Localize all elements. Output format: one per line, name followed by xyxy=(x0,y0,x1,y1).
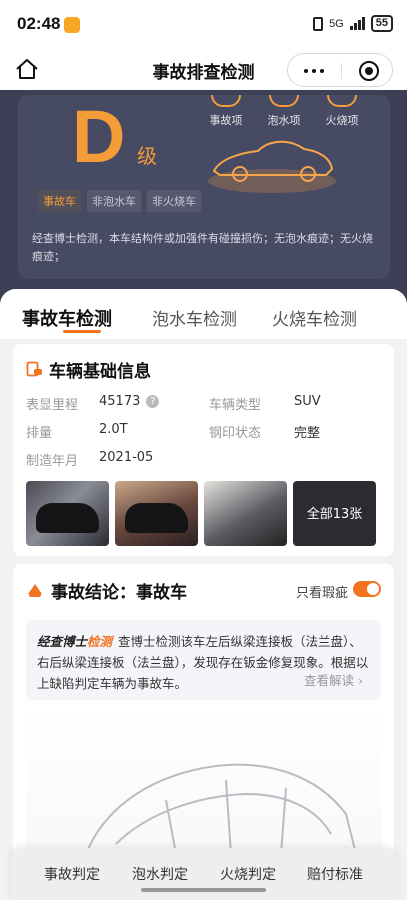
category-water: 泡水项 xyxy=(264,95,304,128)
battery-icon: 55 xyxy=(370,15,393,32)
info-key: 排量 xyxy=(26,426,53,441)
info-key: 表显里程 xyxy=(26,398,79,413)
status-bar: 02:48 5G 55 xyxy=(0,0,407,48)
info-key: 车辆类型 xyxy=(209,398,262,413)
info-value: 2021-05 xyxy=(99,450,154,465)
grade-letter: D xyxy=(72,95,126,178)
info-value: 45173? xyxy=(99,394,160,409)
conclusion-note: 经查博士检测 查博士检测该车左后纵梁连接板（法兰盘）、右后纵梁连接板（法兰盘），发… xyxy=(26,620,381,700)
status-time: 02:48 xyxy=(17,14,61,33)
info-value: SUV xyxy=(294,394,321,409)
more-icon[interactable] xyxy=(304,69,324,73)
vehicle-photos: 全部13张 xyxy=(26,481,376,546)
read-analysis-link[interactable]: 查看解读 › xyxy=(304,670,363,689)
info-key: 制造年月 xyxy=(26,454,79,469)
app-notification-icon xyxy=(64,17,80,33)
tag-accident: 事故车 xyxy=(38,190,81,212)
vehicle-photo[interactable] xyxy=(115,481,198,546)
vehicle-photo[interactable] xyxy=(204,481,287,546)
car-illustration-icon xyxy=(208,140,336,193)
vehicle-photo[interactable] xyxy=(26,481,109,546)
miniprogram-capsule xyxy=(287,53,393,87)
nav-compensation-standard[interactable]: 赔付标准 xyxy=(291,864,379,884)
nav-fire-judgement[interactable]: 火烧判定 xyxy=(204,864,292,884)
report-sheet: 事故车检测 泡水车检测 火烧车检测 车辆基础信息 表显里程 45173? 车辆类… xyxy=(0,289,407,900)
grade-description: 经查博士检测，本车结构件或加强件有碰撞损伤；无泡水痕迹；无火烧痕迹； xyxy=(32,232,373,263)
tag-non-fire: 非火烧车 xyxy=(147,190,201,212)
mileage-value: 45173 xyxy=(99,394,141,409)
all-photos-button[interactable]: 全部13张 xyxy=(293,481,376,546)
capsule-divider xyxy=(341,63,342,79)
nav-water-judgement[interactable]: 泡水判定 xyxy=(116,864,204,884)
close-miniprogram-icon[interactable] xyxy=(359,61,379,81)
info-value: 完整 xyxy=(294,426,321,441)
car-document-icon xyxy=(26,361,42,377)
brand-logo: 经查博士检测 xyxy=(37,634,113,649)
water-icon xyxy=(269,95,299,107)
defects-only-label: 只看瑕疵 xyxy=(296,586,349,601)
nav-accident-judgement[interactable]: 事故判定 xyxy=(28,864,116,884)
warning-car-icon xyxy=(28,584,42,597)
defects-only-toggle[interactable] xyxy=(353,581,381,597)
active-tab-indicator xyxy=(63,330,101,333)
conclusion-title: 事故结论：事故车 xyxy=(51,583,187,603)
inspection-categories: 事故项 泡水项 火烧项 xyxy=(206,95,362,128)
system-indicators: 5G 55 xyxy=(313,15,393,32)
signal-icon xyxy=(349,17,365,30)
vehicle-tags: 事故车 非泡水车 非火烧车 xyxy=(38,190,201,212)
info-key: 钢印状态 xyxy=(209,426,262,441)
home-indicator[interactable] xyxy=(141,888,266,892)
tag-non-water: 非泡水车 xyxy=(87,190,141,212)
inspection-tabs: 事故车检测 泡水车检测 火烧车检测 xyxy=(0,289,407,339)
accident-icon xyxy=(211,95,241,107)
conclusion-header: 事故结论：事故车 xyxy=(26,578,187,603)
category-accident: 事故项 xyxy=(206,95,246,128)
vibrate-icon xyxy=(313,16,324,31)
navigation-bar: 事故排查检测 xyxy=(0,48,407,90)
basic-info-card: 车辆基础信息 表显里程 45173? 车辆类型 SUV 排量 2.0T 钢印状态… xyxy=(13,344,394,556)
tab-water-inspection[interactable]: 泡水车检测 xyxy=(152,305,237,330)
category-fire: 火烧项 xyxy=(322,95,362,128)
grade-card: D 级 事故项 泡水项 火烧项 事故车 非泡水车 非火烧车 经查博士检测，本车结… xyxy=(18,95,390,279)
tab-accident-inspection[interactable]: 事故车检测 xyxy=(22,305,112,331)
fire-icon xyxy=(327,95,357,107)
network-type: 5G xyxy=(329,17,344,30)
all-photos-label: 全部13张 xyxy=(306,507,363,522)
info-value: 2.0T xyxy=(99,422,128,437)
help-icon[interactable]: ? xyxy=(146,395,160,408)
tab-fire-inspection[interactable]: 火烧车检测 xyxy=(272,305,357,330)
bottom-navigation: 事故判定 泡水判定 火烧判定 赔付标准 xyxy=(10,848,397,900)
grade-suffix: 级 xyxy=(137,144,157,168)
basic-info-header: 车辆基础信息 xyxy=(26,357,151,382)
basic-info-title: 车辆基础信息 xyxy=(49,362,151,382)
